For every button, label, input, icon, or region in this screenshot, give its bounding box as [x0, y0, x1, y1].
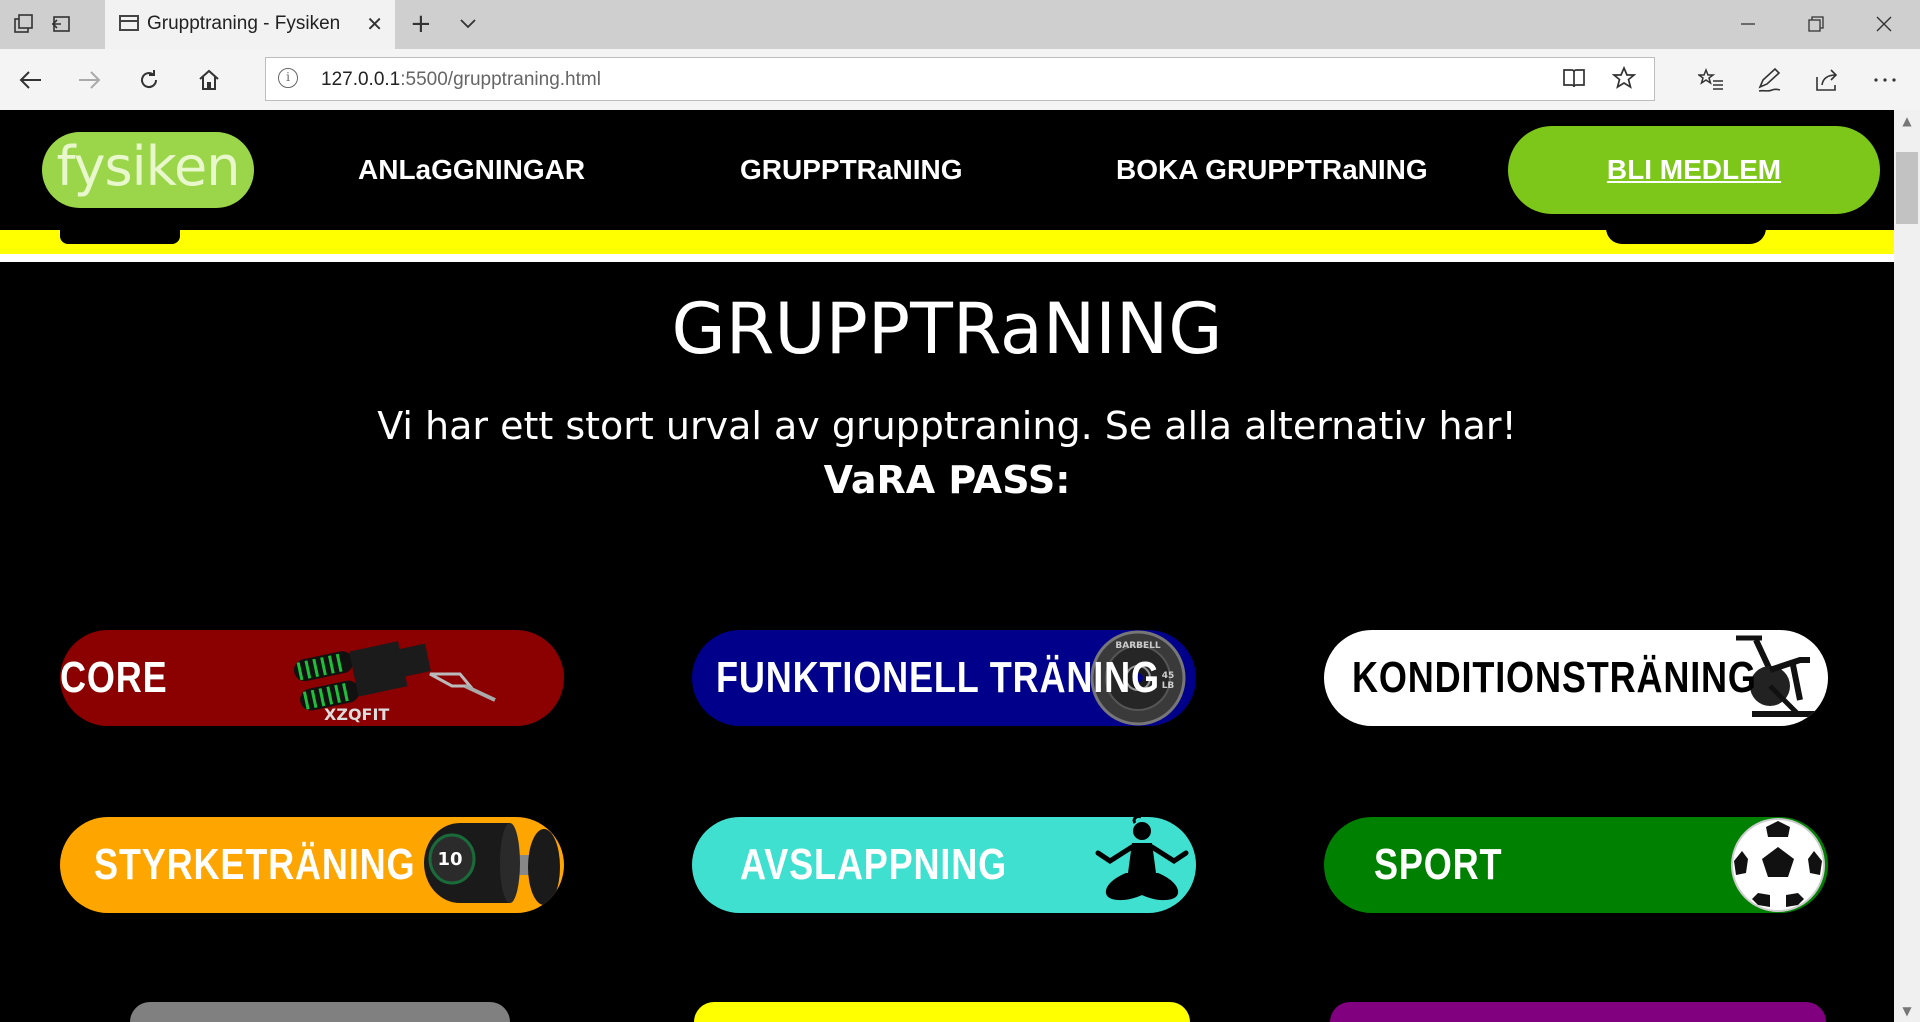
page-viewport: fysiken ANLaGGNINGAR GRUPPTRaNING BOKA G…	[0, 110, 1894, 1022]
divider-line	[0, 254, 1894, 262]
bli-medlem-label: BLI MEDLEM	[1606, 154, 1782, 185]
fysiken-logo[interactable]: fysiken	[42, 132, 254, 208]
pass-label: CORE	[60, 653, 168, 702]
pass-card-styrketraning[interactable]: STYRKETRÄNING 10	[60, 817, 564, 913]
more-menu-icon[interactable]	[1868, 63, 1902, 97]
pass-label: SPORT	[1374, 840, 1503, 889]
hand-grip-icon: XZQFIT	[293, 641, 496, 724]
header-fragment	[1606, 228, 1766, 244]
address-bar[interactable]: i 127.0.0.1:5500/grupptraning.html	[265, 57, 1655, 101]
nav-link-grupptraning[interactable]: GRUPPTRaNING	[740, 154, 962, 186]
page-title: GRUPPTRaNING	[671, 288, 1223, 370]
pass-card-partial[interactable]	[130, 1002, 510, 1022]
header-fragment	[60, 228, 180, 244]
new-tab-button[interactable]: +	[410, 9, 432, 39]
svg-text:45: 45	[1162, 671, 1175, 681]
browser-titlebar: Grupptraning - Fysiken ✕ +	[0, 0, 1920, 49]
refresh-icon[interactable]	[132, 63, 166, 97]
share-icon[interactable]	[1810, 63, 1844, 97]
svg-text:BARBELL: BARBELL	[1115, 641, 1160, 651]
close-tab-icon[interactable]: ✕	[366, 12, 383, 36]
vertical-scrollbar[interactable]: ▲ ▼	[1894, 110, 1920, 1022]
site-info-icon[interactable]: i	[278, 68, 298, 88]
minimize-icon[interactable]	[1728, 8, 1768, 40]
scroll-up-icon[interactable]: ▲	[1894, 110, 1920, 132]
close-window-icon[interactable]	[1864, 8, 1904, 40]
pen-notes-icon[interactable]	[1752, 63, 1786, 97]
svg-text:10: 10	[437, 849, 462, 870]
favorite-star-icon[interactable]	[1611, 65, 1637, 96]
pass-label: STYRKETRÄNING	[94, 840, 416, 889]
back-arrow-icon[interactable]	[14, 63, 48, 97]
scroll-down-icon[interactable]: ▼	[1894, 1000, 1920, 1022]
browser-tab-active[interactable]: Grupptraning - Fysiken ✕	[105, 0, 395, 49]
scrollbar-thumb[interactable]	[1896, 152, 1918, 224]
nav-link-anlaggningar[interactable]: ANLaGGNINGAR	[358, 154, 585, 186]
set-aside-tabs-icon[interactable]	[48, 11, 74, 37]
tab-actions-icon[interactable]	[11, 11, 37, 37]
pass-label: KONDITIONSTRÄNING	[1352, 653, 1757, 702]
pass-card-funktionell-traning[interactable]: FUNKTIONELL TRÄNING BARBELL 45 LB	[692, 630, 1196, 726]
svg-text:LB: LB	[1162, 681, 1175, 691]
pass-card-partial[interactable]	[694, 1002, 1190, 1022]
meditation-icon	[1095, 817, 1189, 901]
dumbbell-icon: 10	[424, 823, 560, 905]
pass-card-avslappning[interactable]: AVSLAPPNING	[692, 817, 1196, 913]
pass-card-konditionstraning[interactable]: KONDITIONSTRÄNING	[1324, 630, 1828, 726]
pass-card-core[interactable]: CORE XZQFIT	[60, 630, 564, 726]
pass-label: FUNKTIONELL TRÄNING	[716, 653, 1160, 702]
reading-view-icon[interactable]	[1562, 66, 1586, 96]
nav-link-boka-grupptraning[interactable]: BOKA GRUPPTRaNING	[1116, 154, 1428, 186]
url-text[interactable]: 127.0.0.1:5500/grupptraning.html	[321, 69, 601, 91]
home-icon[interactable]	[192, 63, 226, 97]
logo-text: fysiken	[56, 135, 241, 198]
svg-text:XZQFIT: XZQFIT	[324, 705, 389, 724]
favorites-list-icon[interactable]	[1694, 63, 1728, 97]
browser-navbar: i 127.0.0.1:5500/grupptraning.html	[0, 49, 1920, 111]
intro-text: Vi har ett stort urval av grupptraning. …	[377, 404, 1517, 448]
soccer-ball-icon	[1731, 818, 1825, 912]
site-header: fysiken ANLaGGNINGAR GRUPPTRaNING BOKA G…	[0, 110, 1894, 230]
section-heading: VaRA PASS:	[823, 458, 1071, 502]
restore-icon[interactable]	[1796, 8, 1836, 40]
forward-arrow-icon[interactable]	[72, 63, 106, 97]
pass-card-sport[interactable]: SPORT	[1324, 817, 1828, 913]
chevron-down-icon[interactable]	[458, 13, 478, 38]
bli-medlem-button[interactable]: BLI MEDLEM	[1508, 126, 1880, 214]
page-icon	[119, 15, 139, 31]
tab-title: Grupptraning - Fysiken	[147, 13, 341, 34]
pass-label: AVSLAPPNING	[740, 840, 1007, 889]
pass-card-partial[interactable]	[1330, 1002, 1826, 1022]
